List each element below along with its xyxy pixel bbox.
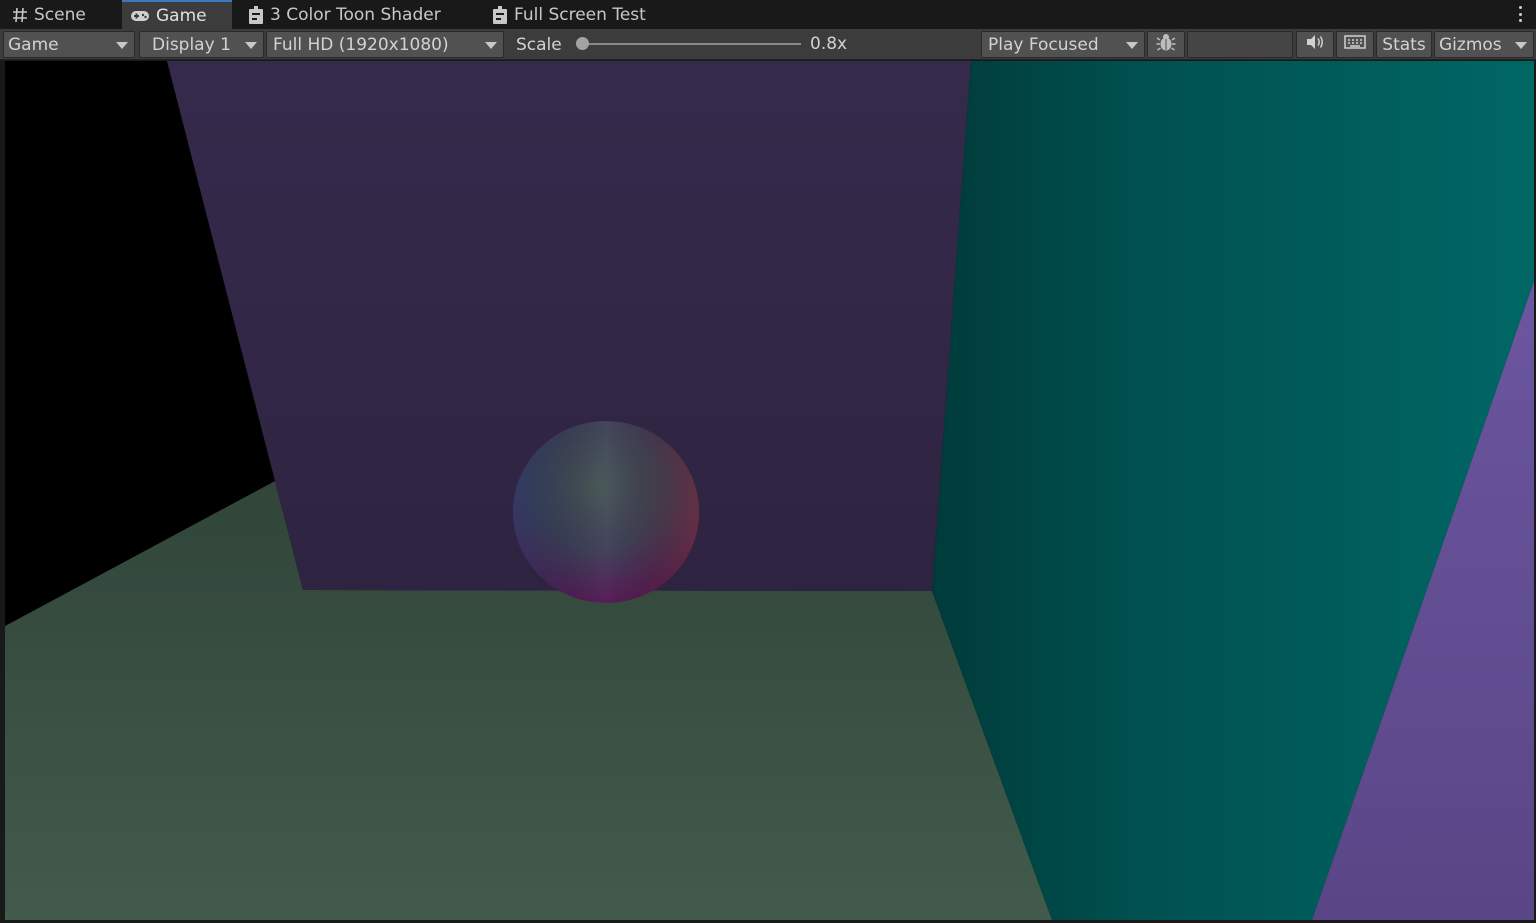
gizmos-label: Gizmos — [1439, 34, 1502, 55]
scale-control: Scale 0.8x — [507, 31, 979, 58]
stats-label: Stats — [1382, 34, 1426, 55]
tab-game[interactable]: Game — [122, 0, 232, 29]
tab-3-color-toon-shader[interactable]: 3 Color Toon Shader — [236, 0, 480, 29]
chevron-down-icon — [245, 42, 257, 49]
resolution-dropdown[interactable]: Full HD (1920x1080) — [266, 31, 504, 58]
scale-value: 0.8x — [810, 34, 848, 54]
editor-tab-bar: Scene Game 3 Color Toon Shader Full Scre… — [0, 0, 1536, 29]
display-label: Display 1 — [152, 34, 231, 55]
resolution-label: Full HD (1920x1080) — [273, 34, 449, 55]
chevron-down-icon — [116, 42, 128, 49]
chevron-down-icon — [485, 42, 497, 49]
game-viewport[interactable] — [5, 61, 1534, 920]
keyboard-icon — [1344, 34, 1366, 55]
display-dropdown[interactable]: Display 1 — [139, 31, 264, 58]
speaker-icon — [1305, 34, 1325, 55]
timeline-icon — [492, 5, 508, 24]
gizmos-dropdown[interactable]: Gizmos — [1434, 31, 1534, 58]
toolbar-spacer — [1187, 31, 1293, 58]
sphere-shading — [513, 421, 699, 603]
view-type-label: Game — [8, 34, 59, 55]
scale-label: Scale — [516, 34, 562, 55]
frame-debugger-button[interactable] — [1147, 31, 1185, 58]
game-scene-render — [5, 61, 1534, 920]
tab-label: Full Screen Test — [514, 4, 646, 25]
hash-icon — [12, 7, 28, 23]
bug-icon — [1156, 32, 1176, 57]
more-options-icon[interactable] — [1518, 6, 1522, 22]
stats-button[interactable]: Stats — [1376, 31, 1432, 58]
chevron-down-icon — [1515, 42, 1527, 49]
tab-label: 3 Color Toon Shader — [270, 4, 441, 25]
mute-audio-button[interactable] — [1296, 31, 1334, 58]
chevron-down-icon — [1126, 42, 1138, 49]
tab-scene[interactable]: Scene — [0, 0, 118, 29]
play-mode-label: Play Focused — [988, 34, 1099, 55]
game-view-toolbar: Game Display 1 Full HD (1920x1080) Scale… — [0, 29, 1536, 60]
scale-slider-track[interactable] — [583, 43, 801, 45]
scale-slider-thumb[interactable] — [576, 37, 589, 50]
tab-label: Game — [156, 5, 207, 26]
play-mode-dropdown[interactable]: Play Focused — [981, 31, 1145, 58]
tab-label: Scene — [34, 4, 86, 25]
view-type-dropdown[interactable]: Game — [3, 31, 135, 58]
gamepad-icon — [130, 9, 150, 23]
shortcuts-toggle-button[interactable] — [1336, 31, 1374, 58]
timeline-icon — [248, 5, 264, 24]
tab-full-screen-test[interactable]: Full Screen Test — [480, 0, 680, 29]
